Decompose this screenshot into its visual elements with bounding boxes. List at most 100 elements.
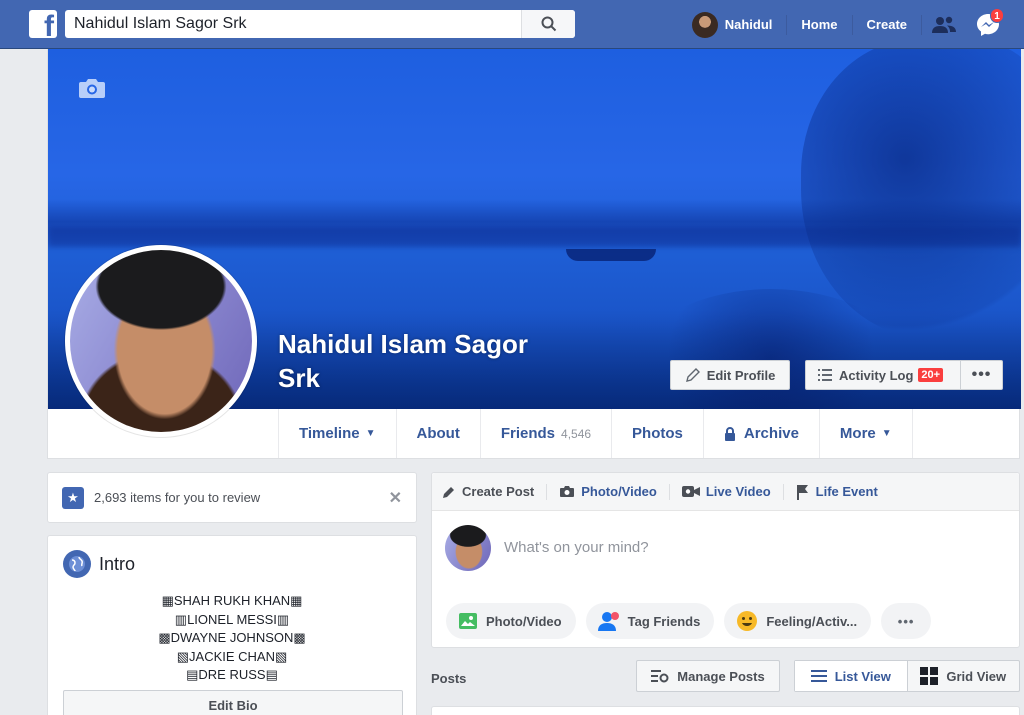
composer-tabs: Create Post Photo/Video Live Video Life … <box>432 473 1019 511</box>
avatar <box>70 250 252 432</box>
view-toggle: List View Grid View <box>794 660 1020 692</box>
facebook-logo-icon[interactable]: f <box>29 10 57 38</box>
photo-video-button[interactable]: Photo/Video <box>446 603 576 639</box>
divider <box>668 483 670 500</box>
profile-name[interactable]: Nahidul Islam Sagor Srk <box>278 327 568 395</box>
intro-header: Intro <box>63 550 135 578</box>
tab-friends[interactable]: Friends 4,546 <box>481 409 613 458</box>
pencil-icon <box>685 368 700 382</box>
tab-archive[interactable]: Archive <box>704 409 820 458</box>
friends-icon <box>932 16 956 33</box>
tab-photos[interactable]: Photos <box>612 409 704 458</box>
tab-label: Create Post <box>462 484 535 499</box>
activity-log-badge: 20+ <box>918 368 944 382</box>
activity-log-label: Activity Log <box>839 367 914 383</box>
search-bar <box>65 10 575 38</box>
tab-label: Photos <box>632 425 683 442</box>
friend-requests-button[interactable] <box>922 0 966 49</box>
tag-friends-icon <box>597 611 620 631</box>
edit-profile-button[interactable]: Edit Profile <box>670 360 790 390</box>
nav-user-name: Nahidul <box>724 17 773 32</box>
create-link[interactable]: Create <box>853 17 921 32</box>
top-navigation-bar: f Nahidul Home Create 1 <box>0 0 1024 49</box>
manage-posts-button[interactable]: Manage Posts <box>636 660 780 692</box>
bio-line: ▦SHAH RUKH KHAN▦ <box>161 593 303 608</box>
review-notice[interactable]: ★ 2,693 items for you to review ✕ <box>47 472 417 523</box>
grid-icon <box>920 667 939 685</box>
tab-label: Photo/Video <box>581 484 657 499</box>
list-view-label: List View <box>834 668 891 684</box>
post-card <box>431 706 1020 715</box>
activity-log-button[interactable]: Activity Log 20+ <box>805 360 961 390</box>
settings-list-icon <box>651 670 669 683</box>
search-button[interactable] <box>521 10 575 38</box>
grid-view-button[interactable]: Grid View <box>908 661 1020 691</box>
search-input[interactable] <box>65 10 521 38</box>
photo-icon <box>458 611 478 631</box>
globe-icon <box>63 550 91 578</box>
tab-label: Live Video <box>705 484 771 499</box>
manage-posts-label: Manage Posts <box>677 668 765 684</box>
divider <box>546 483 548 500</box>
list-view-button[interactable]: List View <box>795 661 908 691</box>
close-icon[interactable]: ✕ <box>389 488 402 508</box>
avatar <box>445 525 491 571</box>
post-input[interactable]: What's on your mind? <box>504 539 649 556</box>
tab-more[interactable]: More ▼ <box>820 409 913 458</box>
home-link[interactable]: Home <box>787 17 851 32</box>
nav-right: Nahidul Home Create 1 <box>691 0 1024 49</box>
bio-line: ▧JACKIE CHAN▧ <box>176 648 288 664</box>
tab-label: About <box>416 425 460 442</box>
action-label: Photo/Video <box>486 613 562 629</box>
nav-profile-link[interactable]: Nahidul <box>691 11 787 38</box>
profile-tabs: Timeline ▼ About Friends 4,546 Photos Ar… <box>278 409 913 458</box>
grid-view-label: Grid View <box>946 668 1007 684</box>
post-composer: Create Post Photo/Video Live Video Life … <box>431 472 1020 648</box>
pencil-icon <box>443 486 454 498</box>
profile-more-button[interactable]: ••• <box>960 360 1003 390</box>
tab-label: Life Event <box>815 484 878 499</box>
list-icon <box>810 670 827 682</box>
caret-down-icon: ▼ <box>881 428 892 439</box>
caret-down-icon: ▼ <box>365 428 376 439</box>
star-icon: ★ <box>62 486 84 509</box>
tab-label: Archive <box>743 425 799 442</box>
nav-overflow <box>1010 0 1024 49</box>
update-cover-button[interactable] <box>78 77 106 99</box>
tab-label: Friends <box>500 425 556 442</box>
friends-count: 4,546 <box>561 426 592 441</box>
bio-line: ▩DWAYNE JOHNSON▩ <box>158 630 306 645</box>
divider <box>786 14 788 35</box>
life-event-tab[interactable]: Life Event <box>796 484 890 500</box>
bio-line: ▥LIONEL MESSI▥ <box>174 611 290 627</box>
tag-friends-button[interactable]: Tag Friends <box>585 603 715 639</box>
tab-about[interactable]: About <box>397 409 481 458</box>
list-icon <box>818 369 832 381</box>
avatar <box>691 11 718 38</box>
live-video-tab[interactable]: Live Video <box>681 484 783 499</box>
photo-video-tab[interactable]: Photo/Video <box>559 484 669 499</box>
profile-picture[interactable] <box>65 245 257 437</box>
tab-label: Timeline <box>299 425 360 442</box>
feeling-activity-button[interactable]: Feeling/Activ... <box>724 603 872 639</box>
divider <box>782 483 784 500</box>
tab-timeline[interactable]: Timeline ▼ <box>279 409 397 458</box>
action-label: Tag Friends <box>627 613 701 629</box>
action-label: Feeling/Activ... <box>766 613 858 629</box>
camera-icon <box>79 79 105 98</box>
tab-label: More <box>839 425 876 442</box>
edit-bio-button[interactable]: Edit Bio <box>63 690 403 715</box>
intro-card: Intro ▦SHAH RUKH KHAN▦ ▥LIONEL MESSI▥ ▩D… <box>47 535 417 715</box>
smiley-icon <box>736 610 758 632</box>
posts-heading: Posts <box>431 671 467 686</box>
search-icon <box>541 16 556 32</box>
intro-title: Intro <box>99 553 136 574</box>
more-options-button[interactable]: ••• <box>881 603 932 639</box>
lock-icon <box>724 426 735 441</box>
messenger-button[interactable]: 1 <box>966 0 1010 49</box>
create-post-tab[interactable]: Create Post <box>442 484 546 499</box>
bio-text: ▦SHAH RUKH KHAN▦ ▥LIONEL MESSI▥ ▩DWAYNE … <box>48 592 416 685</box>
edit-profile-label: Edit Profile <box>706 367 776 383</box>
video-camera-icon <box>681 486 700 497</box>
camera-icon <box>560 486 575 497</box>
